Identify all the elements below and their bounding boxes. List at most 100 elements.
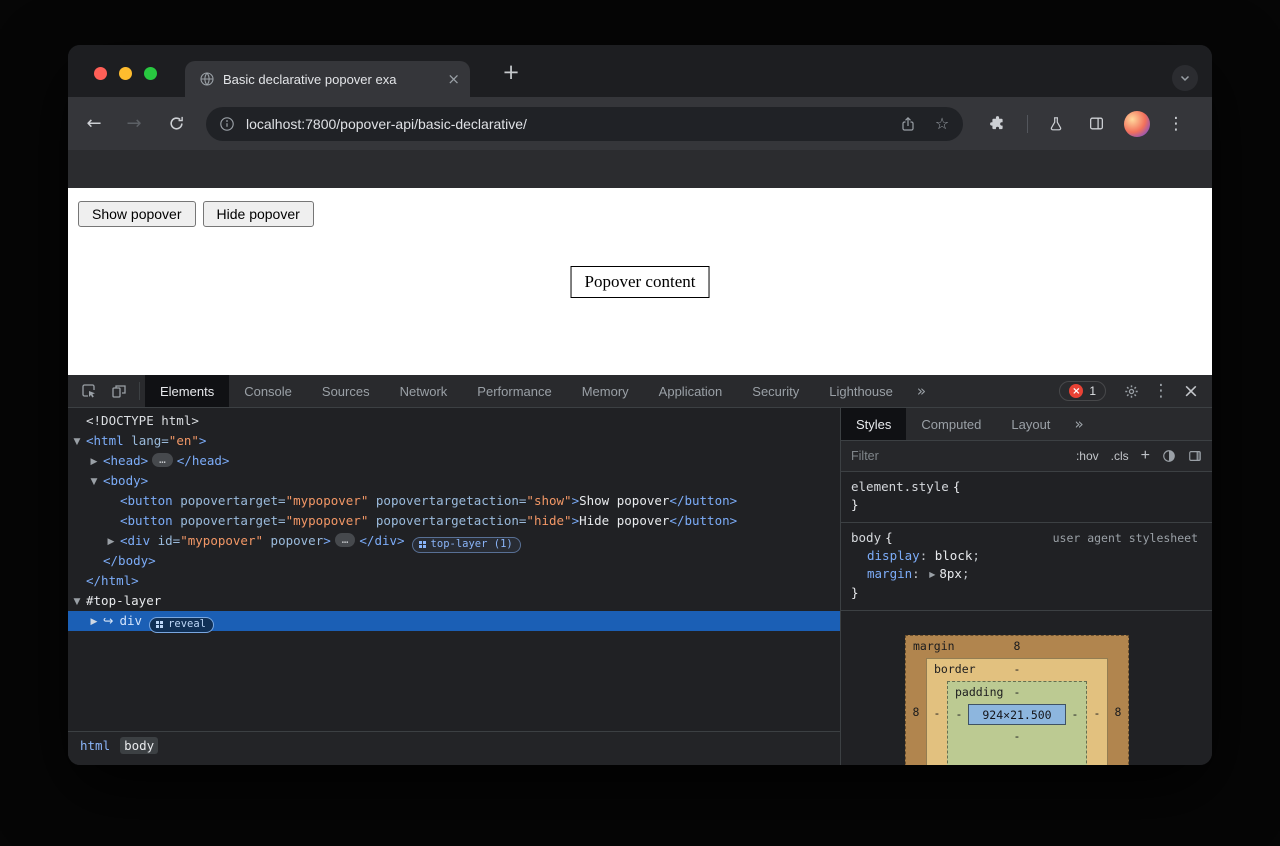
box-model-section: margin 8 8 8 border - - - - padding	[841, 611, 1212, 765]
code-token: </html>	[86, 573, 139, 588]
tree-node[interactable]: ▶<head>…</head>	[68, 451, 840, 471]
profile-avatar[interactable]	[1124, 111, 1150, 137]
code-token: popovertargetaction=	[368, 493, 526, 508]
styles-tab-layout[interactable]: Layout	[996, 408, 1065, 440]
css-declaration-margin[interactable]: margin: ▶8px;	[851, 565, 1202, 584]
extensions-icon[interactable]	[983, 110, 1011, 138]
rendering-toggle-icon[interactable]	[1162, 449, 1176, 463]
devtools-tab-elements[interactable]: Elements	[145, 375, 229, 407]
ellipsis-button[interactable]: …	[335, 533, 356, 547]
filter-input[interactable]: Filter	[851, 449, 1064, 463]
tree-node[interactable]: ▼<body>	[68, 471, 840, 491]
code-token: <!DOCTYPE html>	[86, 413, 199, 428]
code-token: <button	[120, 513, 173, 528]
tree-node[interactable]: ▶↪divreveal	[68, 611, 840, 631]
devtools-tab-memory[interactable]: Memory	[567, 375, 644, 407]
tree-node[interactable]: ▶<div id="mypopover" popover>…</div>top-…	[68, 531, 840, 551]
side-panel-icon[interactable]	[1082, 110, 1110, 138]
browser-menu-icon[interactable]	[1162, 110, 1190, 138]
reveal-badge[interactable]: reveal	[149, 617, 214, 633]
more-panels-icon[interactable]: »	[908, 375, 935, 407]
share-icon[interactable]	[899, 116, 917, 132]
close-window-button[interactable]	[94, 67, 107, 80]
code-token: "en"	[169, 433, 199, 448]
css-property: margin	[867, 566, 912, 581]
devtools-toolbar-right: 1	[1059, 375, 1212, 407]
devtools-tab-lighthouse[interactable]: Lighthouse	[814, 375, 908, 407]
devtools-tab-security[interactable]: Security	[737, 375, 814, 407]
styles-tab-computed[interactable]: Computed	[906, 408, 996, 440]
address-bar[interactable]: localhost:7800/popover-api/basic-declara…	[206, 107, 963, 141]
reload-button[interactable]	[162, 110, 190, 138]
styles-tab-bar: StylesComputedLayout »	[841, 408, 1212, 441]
breadcrumb-body[interactable]: body	[120, 737, 158, 754]
tree-node[interactable]: <!DOCTYPE html>	[68, 411, 840, 431]
browser-tab[interactable]: Basic declarative popover exa ×	[185, 61, 470, 97]
expand-arrow[interactable]: ▼	[87, 472, 101, 492]
tree-node[interactable]: <button popovertarget="mypopover" popove…	[68, 491, 840, 511]
styles-tab-styles[interactable]: Styles	[841, 408, 906, 440]
element-style-rule[interactable]: element.style{ }	[841, 472, 1212, 523]
tree-node[interactable]: ▼<html lang="en">	[68, 431, 840, 451]
devtools-settings-icon[interactable]	[1116, 384, 1146, 399]
new-style-rule-button[interactable]: +	[1141, 447, 1150, 465]
code-token: lang=	[124, 433, 169, 448]
expand-arrow[interactable]: ▶	[87, 612, 101, 632]
zoom-window-button[interactable]	[144, 67, 157, 80]
devtools-menu-icon[interactable]	[1146, 381, 1176, 401]
minimize-window-button[interactable]	[119, 67, 132, 80]
expand-arrow[interactable]: ▼	[70, 592, 84, 612]
code-token: "show"	[526, 493, 571, 508]
reload-icon	[168, 115, 185, 132]
console-error-badge[interactable]: 1	[1059, 381, 1106, 401]
devtools-tab-application[interactable]: Application	[644, 375, 738, 407]
body-style-rule[interactable]: body{ user agent stylesheet display: blo…	[841, 523, 1212, 611]
inspect-element-icon[interactable]	[74, 375, 104, 407]
tree-node[interactable]: ▼#top-layer	[68, 591, 840, 611]
code-token: popover	[263, 533, 323, 548]
code-token: "hide"	[526, 513, 571, 528]
ellipsis-button[interactable]: …	[152, 453, 173, 467]
pseudo-state-button[interactable]: :hov	[1076, 449, 1099, 463]
devtools-close-icon[interactable]	[1176, 380, 1206, 402]
tab-search-button[interactable]	[1172, 65, 1198, 91]
devtools-tab-sources[interactable]: Sources	[307, 375, 385, 407]
device-toolbar-icon[interactable]	[104, 375, 134, 407]
tree-node[interactable]: </body>	[68, 551, 840, 571]
hide-popover-button[interactable]: Hide popover	[203, 201, 314, 227]
show-popover-button[interactable]: Show popover	[78, 201, 196, 227]
tab-title: Basic declarative popover exa	[223, 72, 439, 87]
css-declaration-display[interactable]: display: block;	[851, 547, 1202, 565]
border-box: border - - - - padding - - - -	[926, 658, 1108, 765]
site-info-icon[interactable]	[218, 116, 236, 132]
styles-more-tabs-icon[interactable]: »	[1065, 408, 1092, 440]
back-button[interactable]	[80, 110, 108, 138]
expand-arrow[interactable]: ▶	[104, 532, 118, 552]
forward-button[interactable]	[120, 110, 148, 138]
top-layer-badge[interactable]: top-layer (1)	[412, 537, 521, 553]
open-brace: {	[953, 479, 961, 494]
code-token: ;	[972, 548, 980, 563]
tab-close-icon[interactable]: ×	[447, 71, 460, 87]
bookmark-star-icon[interactable]	[933, 114, 951, 133]
tree-node[interactable]: </html>	[68, 571, 840, 591]
labs-flask-icon[interactable]	[1042, 110, 1070, 138]
url-text[interactable]: localhost:7800/popover-api/basic-declara…	[246, 116, 899, 132]
tree-node[interactable]: <button popovertarget="mypopover" popove…	[68, 511, 840, 531]
box-model-diagram[interactable]: margin 8 8 8 border - - - - padding	[905, 635, 1129, 765]
expand-arrow[interactable]: ▼	[70, 432, 84, 452]
breadcrumb-html[interactable]: html	[76, 737, 114, 754]
devtools-tab-network[interactable]: Network	[385, 375, 463, 407]
sidebar-toggle-icon[interactable]	[1188, 449, 1202, 463]
new-tab-button[interactable]: +	[498, 59, 524, 85]
element-class-button[interactable]: .cls	[1111, 449, 1129, 463]
expand-arrow[interactable]: ▶	[87, 452, 101, 472]
margin-top-value: 8	[906, 640, 1128, 653]
devtools-tab-performance[interactable]: Performance	[462, 375, 566, 407]
expand-value-arrow[interactable]: ▶	[929, 566, 935, 584]
devtools-tab-console[interactable]: Console	[229, 375, 307, 407]
devtools-toolbar: ElementsConsoleSourcesNetworkPerformance…	[68, 375, 1212, 408]
stylesheet-origin: user agent stylesheet	[1053, 529, 1202, 547]
css-value: 8px	[939, 566, 962, 581]
rule-selector: body	[851, 530, 881, 545]
